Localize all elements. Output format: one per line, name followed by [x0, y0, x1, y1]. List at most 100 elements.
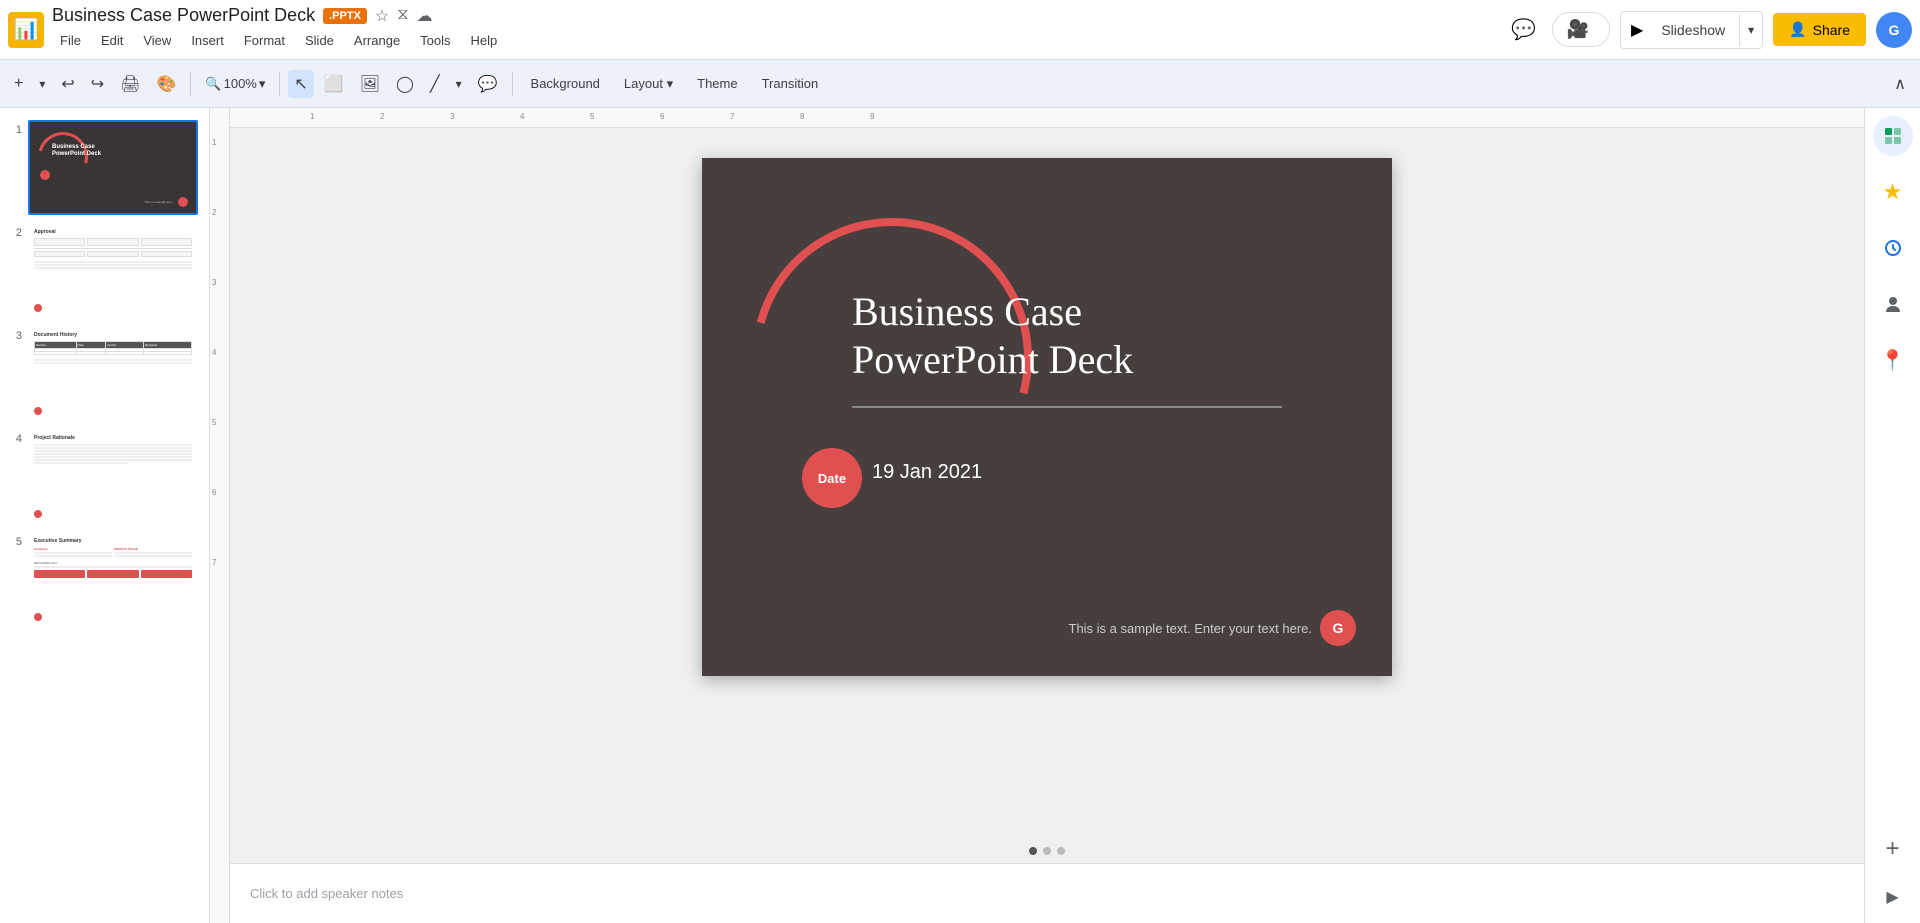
slide3-table: SectionDateAuthorRemarks: [34, 341, 192, 355]
star-icon[interactable]: ☆: [375, 6, 389, 26]
slide-title-underline: [852, 406, 1282, 408]
menu-help[interactable]: Help: [463, 29, 506, 52]
pptx-badge: .PPTX: [323, 8, 367, 24]
slide-footer-text[interactable]: This is a sample text. Enter your text h…: [1069, 621, 1313, 636]
sidebar-sheets-icon[interactable]: [1873, 116, 1913, 156]
slide2-red-dot: [34, 304, 42, 312]
title-icons: ☆ ⧖ ☁: [375, 6, 433, 26]
slide4-title: Project Rationale: [34, 435, 192, 441]
app-logo[interactable]: 📊: [8, 12, 44, 48]
slide-thumb-image-4: Project Rationale: [28, 429, 198, 524]
canvas-scroll[interactable]: Business Case PowerPoint Deck Date 19 Ja…: [230, 128, 1864, 839]
slide-main-title[interactable]: Business Case PowerPoint Deck: [852, 288, 1133, 384]
slide5-title: Executive Summary: [34, 538, 192, 544]
sidebar-star-icon[interactable]: ★: [1873, 172, 1913, 212]
slide-thumbnail-4[interactable]: 4 Project Rationale: [0, 425, 209, 528]
meet-icon: 🎥: [1567, 19, 1589, 40]
slide-date-text[interactable]: 19 Jan 2021: [872, 461, 982, 484]
slide-dots: [230, 839, 1864, 863]
menu-file[interactable]: File: [52, 29, 89, 52]
user-avatar[interactable]: G: [1876, 12, 1912, 48]
slide-canvas[interactable]: Business Case PowerPoint Deck Date 19 Ja…: [702, 158, 1392, 676]
menu-format[interactable]: Format: [236, 29, 293, 52]
zoom-chevron-icon: ▾: [259, 76, 266, 92]
zoom-icon: 🔍: [205, 76, 221, 92]
zoom-button[interactable]: 🔍 100% ▾: [199, 72, 271, 96]
background-button[interactable]: Background: [521, 72, 610, 95]
text-box-button[interactable]: ⬜: [318, 70, 350, 98]
slide-number-1: 1: [6, 120, 22, 136]
google-slides-icon: 📊: [14, 17, 39, 42]
share-button[interactable]: 👤 Share: [1773, 13, 1866, 46]
slide3-red-dot: [34, 407, 42, 415]
notes-placeholder: Click to add speaker notes: [250, 886, 403, 901]
slide-footer-avatar[interactable]: G: [1320, 610, 1356, 646]
slide-dot-3[interactable]: [1057, 847, 1065, 855]
slide-dot-1[interactable]: [1029, 847, 1037, 855]
comment-button[interactable]: 💬: [1506, 12, 1542, 48]
menu-tools[interactable]: Tools: [412, 29, 458, 52]
slideshow-button[interactable]: ▶ Slideshow ▾: [1620, 11, 1763, 49]
toolbar-separator-3: [512, 72, 513, 96]
slideshow-label[interactable]: Slideshow: [1647, 14, 1740, 46]
share-label: Share: [1813, 22, 1850, 38]
transition-button[interactable]: Transition: [752, 72, 829, 95]
document-title-area: Business Case PowerPoint Deck .PPTX ☆ ⧖ …: [52, 5, 1498, 54]
cursor-button[interactable]: ↖: [288, 70, 313, 98]
slide-dot-2[interactable]: [1043, 847, 1051, 855]
cloud-icon[interactable]: ☁: [417, 6, 433, 26]
zoom-level: 100%: [224, 76, 257, 91]
notes-area[interactable]: Click to add speaker notes: [230, 863, 1864, 923]
right-sidebar: ★ 📍 + ▶: [1864, 108, 1920, 923]
sidebar-add-button[interactable]: +: [1885, 835, 1899, 863]
history-icon[interactable]: ⧖: [397, 6, 408, 26]
sidebar-sync-icon[interactable]: [1873, 228, 1913, 268]
menu-slide[interactable]: Slide: [297, 29, 342, 52]
image-button[interactable]: 🖼: [354, 70, 386, 98]
slide3-title: Document History: [34, 332, 192, 338]
sidebar-map-icon[interactable]: 📍: [1873, 340, 1913, 380]
theme-button[interactable]: Theme: [687, 72, 747, 95]
paint-format-button[interactable]: 🎨: [151, 70, 183, 98]
layout-button[interactable]: Layout ▾: [614, 72, 683, 96]
menu-edit[interactable]: Edit: [93, 29, 131, 52]
thumb1-footer-text: This is a sample text...: [144, 200, 174, 204]
slide-thumb-image-1: Business CasePowerPoint Deck This is a s…: [28, 120, 198, 215]
print-button[interactable]: 🖨: [114, 70, 146, 98]
toolbar-separator-2: [279, 72, 280, 96]
slide-thumb-image-2: Approval: [28, 223, 198, 318]
undo-button[interactable]: ↩: [55, 70, 80, 98]
slide-panel: 1 Business CasePowerPoint Deck This is a…: [0, 108, 210, 923]
redo-button[interactable]: ↪: [85, 70, 110, 98]
sidebar-person-icon[interactable]: [1873, 284, 1913, 324]
line-options-button[interactable]: ▾: [450, 73, 468, 95]
menu-insert[interactable]: Insert: [183, 29, 232, 52]
menu-arrange[interactable]: Arrange: [346, 29, 408, 52]
main-area: 1 Business CasePowerPoint Deck This is a…: [0, 108, 1920, 923]
comment-add-button[interactable]: 💬: [472, 70, 504, 98]
thumb1-title: Business CasePowerPoint Deck: [52, 144, 101, 158]
collapse-toolbar-button[interactable]: ∧: [1888, 70, 1912, 98]
slide-thumbnail-1[interactable]: 1 Business CasePowerPoint Deck This is a…: [0, 116, 209, 219]
line-button[interactable]: ╱: [424, 70, 446, 98]
more-options-button[interactable]: ▾: [33, 73, 51, 95]
shape-button[interactable]: ◯: [390, 70, 420, 98]
slide-thumb-image-3: Document History SectionDateAuthorRemark…: [28, 326, 198, 421]
top-bar: 📊 Business Case PowerPoint Deck .PPTX ☆ …: [0, 0, 1920, 60]
toolbar-separator-1: [190, 72, 191, 96]
slide-number-2: 2: [6, 223, 22, 239]
add-button[interactable]: +: [8, 71, 29, 97]
slideshow-chevron-icon[interactable]: ▾: [1740, 15, 1762, 45]
meet-button[interactable]: 🎥: [1552, 12, 1610, 47]
slide-title-line2: PowerPoint Deck: [852, 336, 1133, 384]
slide-title-line1: Business Case: [852, 288, 1133, 336]
slide-thumb-image-5: Executive Summary Summary PROFITS STAGE: [28, 532, 198, 627]
slide-thumbnail-5[interactable]: 5 Executive Summary Summary PROFITS STAG…: [0, 528, 209, 631]
slide-thumbnail-2[interactable]: 2 Approval: [0, 219, 209, 322]
sidebar-expand-button[interactable]: ▶: [1878, 879, 1906, 915]
slide-date-badge[interactable]: Date: [802, 448, 862, 508]
document-title[interactable]: Business Case PowerPoint Deck: [52, 5, 315, 26]
slide-number-4: 4: [6, 429, 22, 445]
menu-view[interactable]: View: [135, 29, 179, 52]
slide-thumbnail-3[interactable]: 3 Document History SectionDateAuthorRema…: [0, 322, 209, 425]
